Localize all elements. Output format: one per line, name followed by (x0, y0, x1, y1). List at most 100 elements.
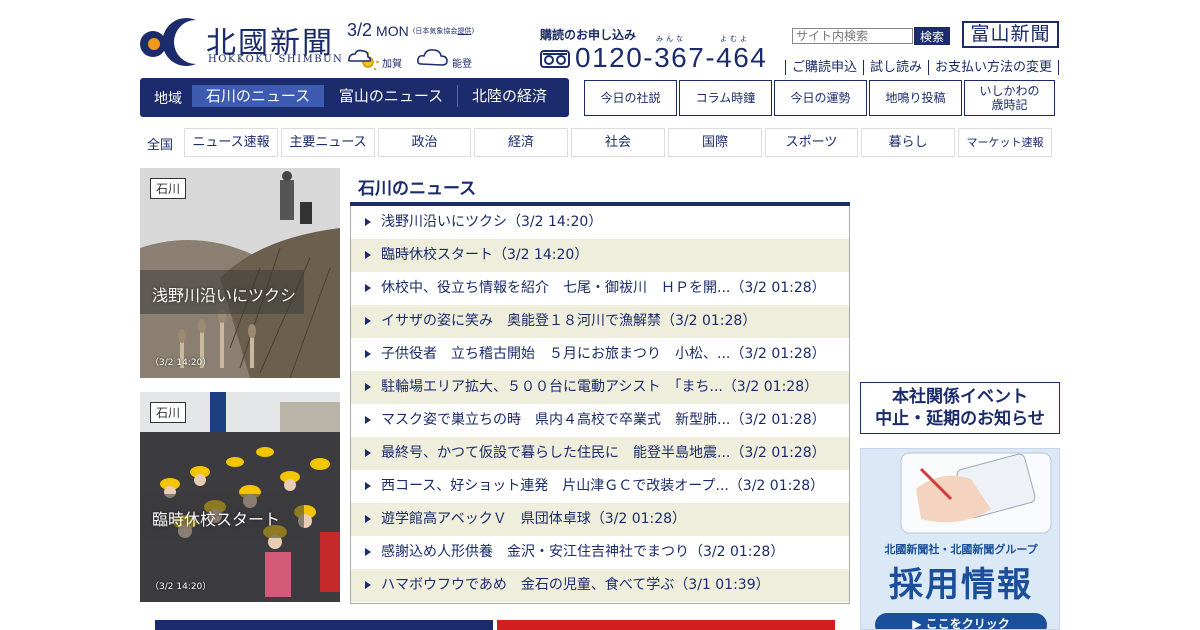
news-link[interactable]: イサザの姿に笑み 奥能登１８河川で漁解禁（3/2 01:28） (381, 313, 756, 329)
news-item[interactable]: マスク姿で巣立ちの時 県内４高校で卒業式 新型肺...（3/2 01:28） (351, 404, 849, 437)
news-item[interactable]: 感謝込め人形供養 金沢・安江住吉神社でまつり（3/2 01:28） (351, 536, 849, 569)
news-link[interactable]: マスク姿で巣立ちの時 県内４高校で卒業式 新型肺...（3/2 01:28） (381, 412, 826, 428)
arrow-right-icon (365, 383, 371, 391)
news-link[interactable]: 最終号、かつて仮設で暮らした住民に 能登半島地震...（3/2 01:28） (381, 445, 826, 461)
arrow-right-icon (365, 416, 371, 424)
news-list: 浅野川沿いにツクシ（3/2 14:20） 臨時休校スタート（3/2 14:20）… (350, 206, 850, 604)
category-international[interactable]: 国際 (668, 128, 762, 157)
news-link[interactable]: 浅野川沿いにツクシ（3/2 14:20） (381, 214, 602, 230)
news-item[interactable]: 駐輪場エリア拡大、５００台に電動アシスト 「まち...（3/2 01:28） (351, 371, 849, 404)
logo-mark-icon (140, 18, 196, 66)
weather-source: (日本気象協会提供) (413, 27, 474, 35)
arrow-right-icon (365, 218, 371, 226)
news-item[interactable]: 子供役者 立ち稽古開始 ５月にお旅まつり 小松、...（3/2 01:28） (351, 338, 849, 371)
payment-change-link[interactable]: お支払い方法の変更 (928, 60, 1060, 75)
category-politics[interactable]: 政治 (378, 128, 471, 157)
category-sports[interactable]: スポーツ (765, 128, 858, 157)
weekday-value: MON (376, 23, 409, 39)
phone-number[interactable]: 0120-367-464 (575, 42, 767, 74)
recruit-title: 採用情報 (889, 565, 1033, 605)
news-section-title: 石川のニュース (358, 179, 477, 199)
site-logo[interactable]: 北國新聞 HOKKOKU SHIMBUN (140, 16, 344, 68)
bottom-banner-right[interactable] (497, 620, 835, 630)
category-economy[interactable]: 経済 (474, 128, 568, 157)
category-news-flash[interactable]: ニュース速報 (184, 128, 278, 157)
news-link[interactable]: 遊学館高アベックＶ 県団体卓球（3/2 01:28） (381, 511, 686, 527)
weather-noto[interactable]: 能登 (416, 46, 496, 72)
weather-kaga[interactable]: 加賀 (346, 46, 426, 72)
arrow-right-icon (365, 548, 371, 556)
photo-caption: 浅野川沿いにツクシ (152, 286, 297, 305)
tab-hokuriku-economy[interactable]: 北陸の経済 (457, 85, 561, 107)
cloud-icon (417, 49, 448, 66)
date-display: 3/2 MON (日本気象協会提供) (347, 20, 474, 41)
reader-post-button[interactable]: 地鳴り投稿 (869, 80, 962, 116)
subscribe-title: 購読のお申し込み (540, 28, 637, 42)
news-link[interactable]: 子供役者 立ち稽古開始 ５月にお旅まつり 小松、...（3/2 01:28） (381, 346, 826, 362)
weather-area-label: 加賀 (382, 59, 402, 70)
editorial-button[interactable]: 今日の社説 (584, 80, 677, 116)
arrow-right-icon (365, 251, 371, 259)
arrow-right-icon (365, 449, 371, 457)
news-link[interactable]: 西コース、好ショット連発 片山津ＧＣで改装オープ...（3/2 01:28） (381, 478, 824, 494)
region-tag: 石川 (150, 402, 187, 423)
tab-ishikawa-news[interactable]: 石川のニュース (192, 85, 324, 107)
photo-caption: 臨時休校スタート (152, 510, 281, 529)
news-item[interactable]: 西コース、好ショット連発 片山津ＧＣで改装オープ...（3/2 01:28） (351, 470, 849, 503)
weather-source-link[interactable]: 提供 (457, 27, 471, 35)
category-living[interactable]: 暮らし (861, 128, 955, 157)
category-top-news[interactable]: 主要ニュース (281, 128, 375, 157)
logo-subtitle: HOKKOKU SHIMBUN (208, 54, 344, 65)
category-society[interactable]: 社会 (571, 128, 665, 157)
event-banner-line2: 中止・延期のお知らせ (875, 409, 1045, 429)
news-link[interactable]: 臨時休校スタート（3/2 14:20） (381, 247, 588, 263)
news-item[interactable]: 最終号、かつて仮設で暮らした住民に 能登半島地震...（3/2 01:28） (351, 437, 849, 470)
free-dial-icon (540, 50, 570, 68)
arrow-right-icon (365, 482, 371, 490)
recruit-group-name: 北國新聞社・北國新聞グループ (884, 543, 1038, 556)
news-link[interactable]: 休校中、役立ち情報を紹介 七尾・御祓川 ＨＰを開...（3/2 01:28） (381, 280, 826, 296)
arrow-right-icon (365, 581, 371, 589)
region-label: 地域 (154, 91, 182, 107)
weather-area-label: 能登 (452, 59, 472, 70)
region-tag: 石川 (150, 178, 187, 199)
sun-cloud-icon (348, 49, 379, 71)
news-item[interactable]: 浅野川沿いにツクシ（3/2 14:20） (351, 206, 849, 239)
arrow-right-icon (365, 284, 371, 292)
category-market[interactable]: マーケット速報 (958, 128, 1052, 157)
search-input[interactable] (792, 28, 913, 44)
photo-card-tsukushi[interactable]: 石川 浅野川沿いにツクシ （3/2 14:20） (140, 168, 340, 378)
region-nav: 地域 石川のニュース 富山のニュース 北陸の経済 (140, 78, 569, 117)
weather-source-suffix: ) (471, 27, 475, 35)
news-item[interactable]: 休校中、役立ち情報を紹介 七尾・御祓川 ＨＰを開...（3/2 01:28） (351, 272, 849, 305)
horoscope-button[interactable]: 今日の運勢 (774, 80, 867, 116)
header-sublinks: ご購読申込 試し読み お支払い方法の変更 (785, 56, 1060, 75)
photo-time: （3/2 14:20） (150, 582, 212, 592)
news-item[interactable]: イサザの姿に笑み 奥能登１８河川で漁解禁（3/2 01:28） (351, 305, 849, 338)
arrow-right-icon (365, 317, 371, 325)
trial-link[interactable]: 試し読み (863, 60, 929, 75)
recruit-banner[interactable]: 北國新聞社・北國新聞グループ 採用情報 ▶ ここをクリック (860, 448, 1060, 630)
arrow-right-icon (365, 515, 371, 523)
news-item[interactable]: 遊学館高アベックＶ 県団体卓球（3/2 01:28） (351, 503, 849, 536)
tab-toyama-news[interactable]: 富山のニュース (326, 85, 456, 107)
news-link[interactable]: 感謝込め人形供養 金沢・安江住吉神社でまつり（3/2 01:28） (381, 544, 784, 560)
recruit-click-button[interactable]: ▶ ここをクリック (875, 613, 1047, 629)
photo-card-school-closure[interactable]: 石川 臨時休校スタート （3/2 14:20） (140, 392, 340, 602)
ishikawa-almanac-button[interactable]: いしかわの 歳時記 (964, 80, 1055, 116)
event-notice-banner[interactable]: 本社関係イベント 中止・延期のお知らせ (860, 382, 1060, 434)
weather-source-prefix: (日本気象協会 (412, 27, 458, 35)
event-banner-line1: 本社関係イベント (892, 387, 1028, 407)
photo-time: （3/2 14:20） (150, 358, 212, 368)
search-button[interactable]: 検索 (914, 27, 950, 45)
category-all-label[interactable]: 全国 (147, 134, 173, 153)
news-item[interactable]: ハマボウフウであめ 金石の児童、食べて学ぶ（3/1 01:39） (351, 569, 849, 602)
toyama-shimbun-logo[interactable]: 富山新聞 (962, 21, 1059, 48)
news-link[interactable]: 駐輪場エリア拡大、５００台に電動アシスト 「まち...（3/2 01:28） (381, 379, 818, 395)
subscribe-link[interactable]: ご購読申込 (785, 60, 864, 75)
news-item[interactable]: 臨時休校スタート（3/2 14:20） (351, 239, 849, 272)
column-jisho-button[interactable]: コラム時鐘 (679, 80, 772, 116)
bottom-banner-left[interactable] (155, 620, 493, 630)
arrow-right-icon (365, 350, 371, 358)
news-link[interactable]: ハマボウフウであめ 金石の児童、食べて学ぶ（3/1 01:39） (381, 577, 770, 593)
